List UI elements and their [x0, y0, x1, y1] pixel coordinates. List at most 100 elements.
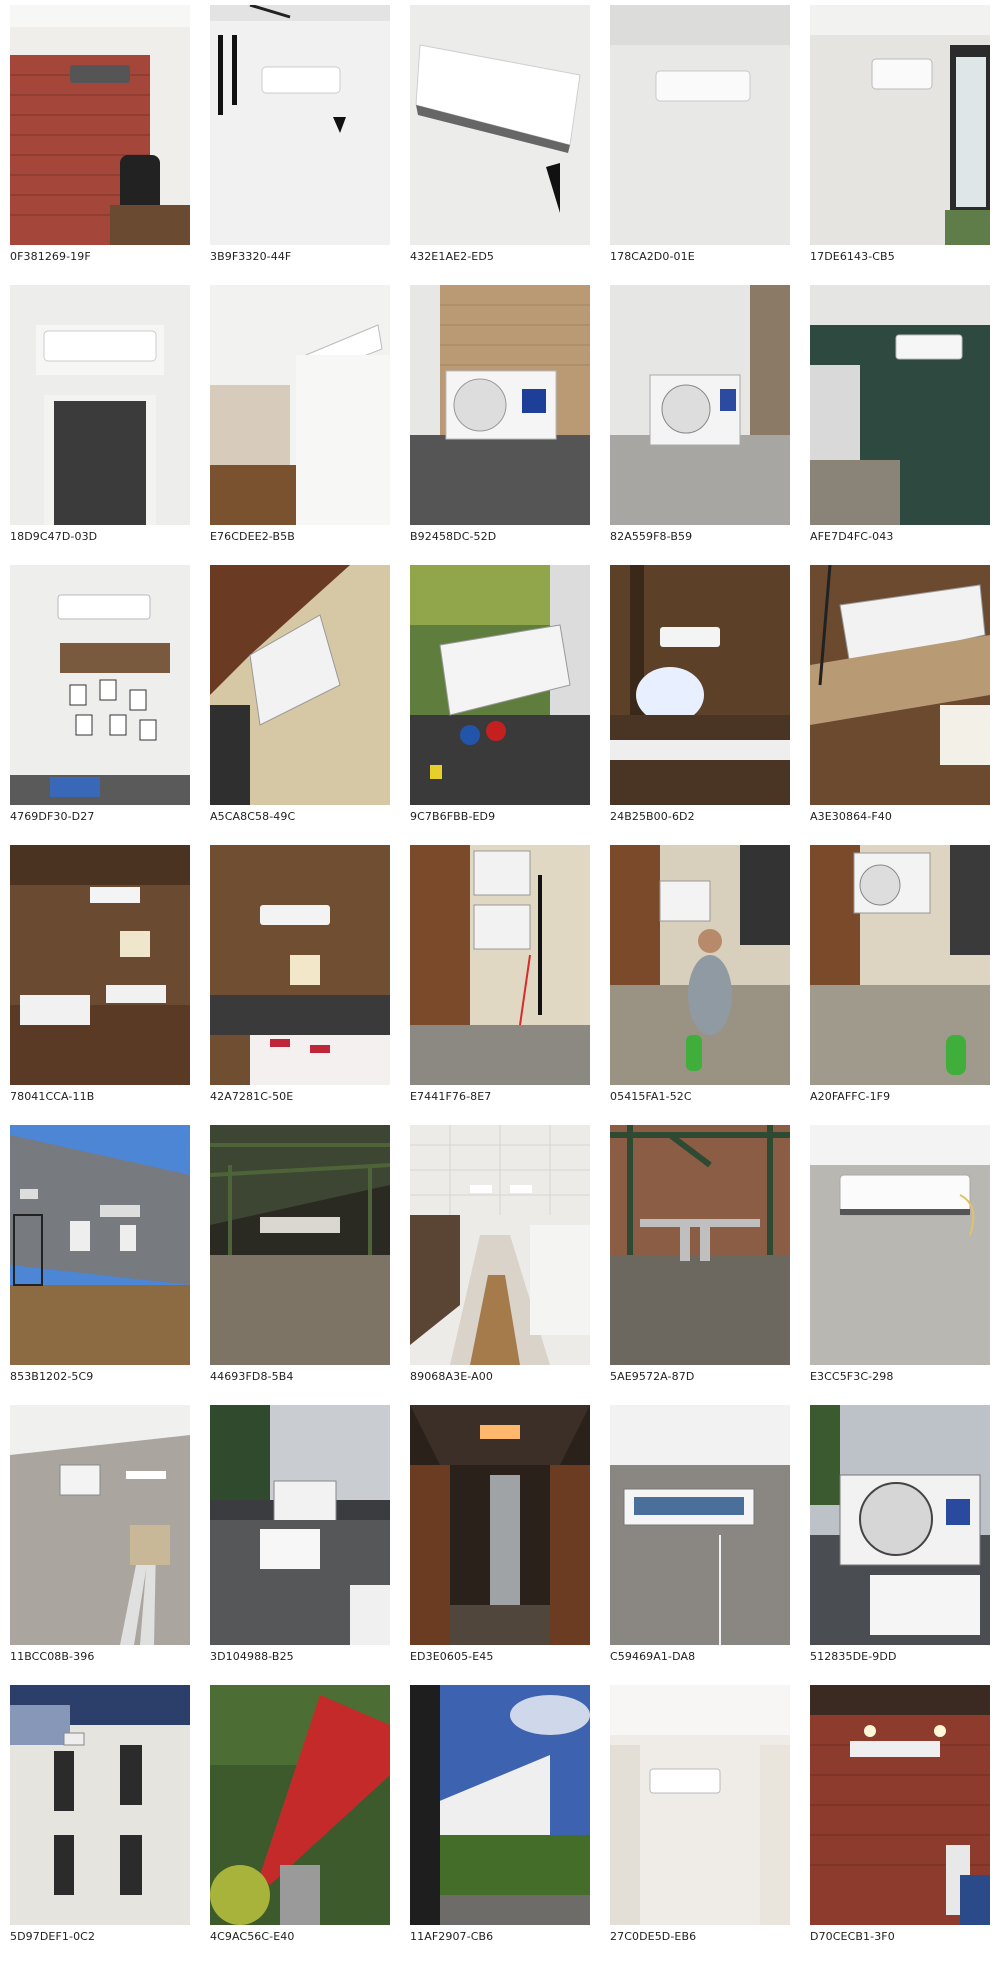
photo-caption: 853B1202-5C9	[10, 1370, 94, 1383]
photo-tile[interactable]: 18D9C47D-03D	[10, 285, 190, 565]
photo-caption: A3E30864-F40	[810, 810, 892, 823]
photo-tile[interactable]: 3D104988-B25	[210, 1405, 390, 1685]
photo-tile[interactable]: 82A559F8-B59	[610, 285, 790, 565]
photo-tile[interactable]: C59469A1-DA8	[610, 1405, 790, 1685]
photo-tile[interactable]: 11BCC08B-396	[10, 1405, 190, 1685]
photo-caption: E76CDEE2-B5B	[210, 530, 295, 543]
photo-tile[interactable]: 11AF2907-CB6	[410, 1685, 590, 1965]
photo-tile[interactable]: 0F381269-19F	[10, 5, 190, 285]
photo-thumbnail[interactable]	[810, 1685, 990, 1925]
photo-tile[interactable]: A3E30864-F40	[810, 565, 990, 845]
photo-thumbnail[interactable]	[10, 285, 190, 525]
photo-thumbnail[interactable]	[410, 1405, 590, 1645]
photo-thumbnail[interactable]	[10, 1405, 190, 1645]
photo-tile[interactable]: 5AE9572A-87D	[610, 1125, 790, 1405]
photo-thumbnail[interactable]	[810, 565, 990, 805]
photo-caption: 78041CCA-11B	[10, 1090, 95, 1103]
photo-thumbnail[interactable]	[210, 845, 390, 1085]
photo-caption: 05415FA1-52C	[610, 1090, 692, 1103]
photo-row: 11BCC08B-396 3D104988-B25 ED3E0605-E45 C…	[10, 1405, 990, 1685]
photo-thumbnail[interactable]	[610, 1125, 790, 1365]
photo-thumbnail[interactable]	[10, 1125, 190, 1365]
photo-tile[interactable]: E7441F76-8E7	[410, 845, 590, 1125]
photo-caption: 27C0DE5D-EB6	[610, 1930, 697, 1943]
photo-tile[interactable]: 4769DF30-D27	[10, 565, 190, 845]
photo-caption: E7441F76-8E7	[410, 1090, 492, 1103]
photo-tile[interactable]: 05415FA1-52C	[610, 845, 790, 1125]
photo-tile[interactable]: 44693FD8-5B4	[210, 1125, 390, 1405]
photo-thumbnail[interactable]	[610, 1405, 790, 1645]
photo-caption: 44693FD8-5B4	[210, 1370, 294, 1383]
photo-caption: ED3E0605-E45	[410, 1650, 494, 1663]
photo-caption: 432E1AE2-ED5	[410, 250, 495, 263]
photo-tile[interactable]: 89068A3E-A00	[410, 1125, 590, 1405]
photo-tile[interactable]: 78041CCA-11B	[10, 845, 190, 1125]
photo-tile[interactable]: E3CC5F3C-298	[810, 1125, 990, 1405]
photo-thumbnail[interactable]	[210, 5, 390, 245]
photo-tile[interactable]: A5CA8C58-49C	[210, 565, 390, 845]
photo-tile[interactable]: 3B9F3320-44F	[210, 5, 390, 285]
photo-thumbnail[interactable]	[410, 1125, 590, 1365]
photo-caption: 9C7B6FBB-ED9	[410, 810, 496, 823]
photo-caption: 5D97DEF1-0C2	[10, 1930, 96, 1943]
photo-caption: 11BCC08B-396	[10, 1650, 95, 1663]
photo-caption: 178CA2D0-01E	[610, 250, 695, 263]
photo-caption: AFE7D4FC-043	[810, 530, 894, 543]
photo-thumbnail[interactable]	[810, 285, 990, 525]
photo-tile[interactable]: 9C7B6FBB-ED9	[410, 565, 590, 845]
photo-tile[interactable]: 853B1202-5C9	[10, 1125, 190, 1405]
photo-tile[interactable]: A20FAFFC-1F9	[810, 845, 990, 1125]
photo-thumbnail[interactable]	[210, 1685, 390, 1925]
photo-grid: 0F381269-19F 3B9F3320-44F 432E1AE2-ED5 1…	[10, 5, 990, 1965]
photo-row: 5D97DEF1-0C2 4C9AC56C-E40 11AF2907-CB6 2…	[10, 1685, 990, 1965]
photo-tile[interactable]: 512835DE-9DD	[810, 1405, 990, 1685]
photo-caption: 42A7281C-50E	[210, 1090, 294, 1103]
photo-tile[interactable]: 42A7281C-50E	[210, 845, 390, 1125]
photo-tile[interactable]: 17DE6143-CB5	[810, 5, 990, 285]
photo-tile[interactable]: AFE7D4FC-043	[810, 285, 990, 565]
photo-caption: 0F381269-19F	[10, 250, 91, 263]
photo-thumbnail[interactable]	[810, 1405, 990, 1645]
photo-thumbnail[interactable]	[410, 5, 590, 245]
photo-thumbnail[interactable]	[10, 845, 190, 1085]
photo-thumbnail[interactable]	[410, 1685, 590, 1925]
photo-thumbnail[interactable]	[610, 565, 790, 805]
photo-thumbnail[interactable]	[410, 845, 590, 1085]
photo-tile[interactable]: 27C0DE5D-EB6	[610, 1685, 790, 1965]
photo-thumbnail[interactable]	[610, 5, 790, 245]
photo-caption: 18D9C47D-03D	[10, 530, 98, 543]
photo-tile[interactable]: 5D97DEF1-0C2	[10, 1685, 190, 1965]
photo-caption: 82A559F8-B59	[610, 530, 693, 543]
photo-thumbnail[interactable]	[10, 5, 190, 245]
photo-caption: 24B25B00-6D2	[610, 810, 695, 823]
photo-thumbnail[interactable]	[210, 1405, 390, 1645]
photo-thumbnail[interactable]	[210, 565, 390, 805]
photo-thumbnail[interactable]	[810, 845, 990, 1085]
photo-tile[interactable]: E76CDEE2-B5B	[210, 285, 390, 565]
photo-tile[interactable]: B92458DC-52D	[410, 285, 590, 565]
photo-thumbnail[interactable]	[210, 285, 390, 525]
photo-tile[interactable]: D70CECB1-3F0	[810, 1685, 990, 1965]
photo-thumbnail[interactable]	[410, 285, 590, 525]
photo-thumbnail[interactable]	[10, 1685, 190, 1925]
photo-tile[interactable]: 178CA2D0-01E	[610, 5, 790, 285]
photo-thumbnail[interactable]	[810, 5, 990, 245]
photo-row: 18D9C47D-03D E76CDEE2-B5B B92458DC-52D 8…	[10, 285, 990, 565]
photo-thumbnail[interactable]	[210, 1125, 390, 1365]
photo-caption: A5CA8C58-49C	[210, 810, 296, 823]
photo-tile[interactable]: 4C9AC56C-E40	[210, 1685, 390, 1965]
photo-tile[interactable]: 24B25B00-6D2	[610, 565, 790, 845]
photo-thumbnail[interactable]	[410, 565, 590, 805]
photo-tile[interactable]: ED3E0605-E45	[410, 1405, 590, 1685]
photo-caption: 5AE9572A-87D	[610, 1370, 695, 1383]
photo-thumbnail[interactable]	[610, 1685, 790, 1925]
photo-thumbnail[interactable]	[610, 285, 790, 525]
photo-caption: 3B9F3320-44F	[210, 250, 292, 263]
photo-thumbnail[interactable]	[810, 1125, 990, 1365]
photo-caption: 17DE6143-CB5	[810, 250, 895, 263]
photo-thumbnail[interactable]	[610, 845, 790, 1085]
photo-row: 4769DF30-D27 A5CA8C58-49C 9C7B6FBB-ED9 2…	[10, 565, 990, 845]
photo-caption: B92458DC-52D	[410, 530, 497, 543]
photo-tile[interactable]: 432E1AE2-ED5	[410, 5, 590, 285]
photo-thumbnail[interactable]	[10, 565, 190, 805]
